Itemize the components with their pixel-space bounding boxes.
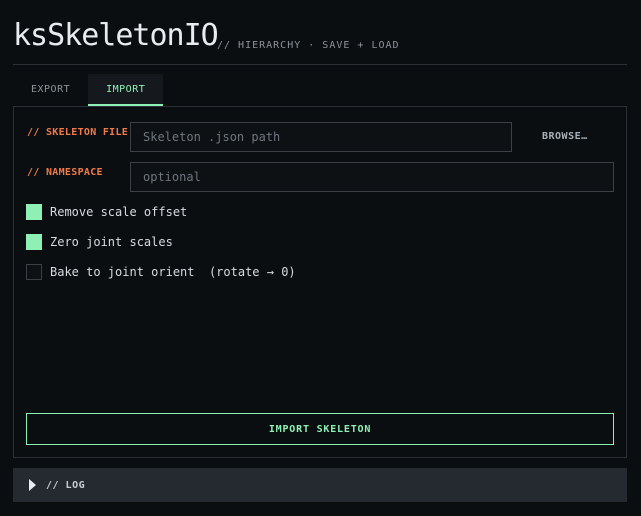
zero-joint-scales-option[interactable]: Zero joint scales bbox=[26, 234, 173, 250]
tab-export[interactable]: EXPORT bbox=[13, 74, 88, 106]
log-toggle[interactable]: // LOG bbox=[13, 468, 627, 502]
remove-scale-offset-checkbox[interactable] bbox=[26, 204, 42, 220]
import-panel: // SKELETON FILE BROWSE… // NAMESPACE Re… bbox=[13, 106, 627, 458]
bake-joint-orient-label: Bake to joint orient (rotate → 0) bbox=[50, 265, 296, 279]
app-header: ksSkeletonIO // HIERARCHY · SAVE + LOAD bbox=[13, 18, 627, 65]
app-subtitle: // HIERARCHY · SAVE + LOAD bbox=[217, 40, 400, 51]
bake-joint-orient-option[interactable]: Bake to joint orient (rotate → 0) bbox=[26, 264, 296, 280]
import-skeleton-button[interactable]: IMPORT SKELETON bbox=[26, 413, 614, 445]
remove-scale-offset-option[interactable]: Remove scale offset bbox=[26, 204, 187, 220]
bake-joint-orient-checkbox[interactable] bbox=[26, 264, 42, 280]
namespace-label: // NAMESPACE bbox=[27, 167, 103, 178]
remove-scale-offset-label: Remove scale offset bbox=[50, 205, 188, 219]
app-title: ksSkeletonIO bbox=[13, 18, 219, 53]
browse-button[interactable]: BROWSE… bbox=[542, 131, 588, 142]
skeleton-file-label: // SKELETON FILE bbox=[27, 127, 129, 138]
tab-import[interactable]: IMPORT bbox=[88, 74, 164, 106]
namespace-input[interactable] bbox=[130, 162, 614, 192]
skeleton-file-input[interactable] bbox=[130, 122, 512, 152]
expand-triangle-icon bbox=[29, 479, 36, 491]
log-label: // LOG bbox=[46, 479, 86, 491]
zero-joint-scales-checkbox[interactable] bbox=[26, 234, 42, 250]
tab-bar: EXPORT IMPORT bbox=[13, 74, 164, 106]
zero-joint-scales-label: Zero joint scales bbox=[50, 235, 173, 249]
